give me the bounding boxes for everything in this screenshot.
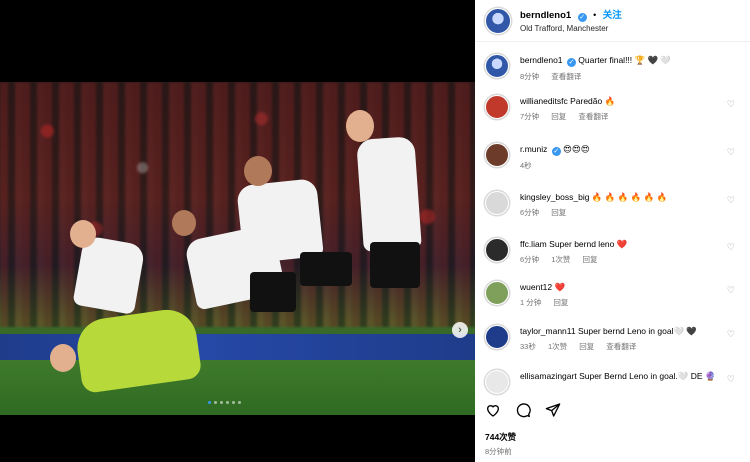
see-translation-link[interactable]: 查看翻译 <box>578 112 608 121</box>
comment-text: ❤️ <box>554 282 566 292</box>
verified-icon: ✓ <box>566 58 576 67</box>
comment-age: 4秒 <box>520 161 532 170</box>
comment-age: 1 分钟 <box>520 298 542 307</box>
follow-button[interactable]: 关注 <box>603 10 622 21</box>
comment-age: 6分钟 <box>520 208 540 217</box>
heart-icon[interactable]: ♡ <box>727 374 735 385</box>
location-link[interactable]: Old Trafford, Manchester <box>520 22 622 35</box>
comment-username[interactable]: ffc.liam <box>520 239 547 249</box>
comment-username[interactable]: taylor_mann11 <box>520 326 576 336</box>
comment-username[interactable]: ellisamazingart <box>520 371 577 381</box>
comment-age: 6分钟 <box>520 255 540 264</box>
carousel-dot[interactable] <box>220 401 223 404</box>
comment-item: willianeditsfc Paredão 🔥 7分钟 回复 查看翻译 ♡ <box>485 95 745 122</box>
separator: • <box>593 9 597 20</box>
comment-item: taylor_mann11 Super bernd Leno in goal🤍 … <box>485 325 745 352</box>
reply-button[interactable]: 回复 <box>551 112 566 121</box>
comment-text: Super bernd leno ❤️ <box>549 239 628 249</box>
caption-username[interactable]: berndleno1 <box>520 55 563 65</box>
comment-item: r.muniz ✓ 😍😍😍 4秒 ♡ <box>485 143 745 171</box>
see-translation-link[interactable]: 查看翻译 <box>606 342 636 351</box>
comment-username[interactable]: kingsley_boss_big <box>520 192 589 202</box>
carousel-dot[interactable] <box>208 401 211 404</box>
avatar[interactable] <box>485 7 511 34</box>
action-bar <box>485 402 561 418</box>
comment-item: kingsley_boss_big 🔥 🔥 🔥 🔥 🔥 🔥 6分钟 回复 ♡ <box>485 191 745 218</box>
avatar[interactable] <box>485 325 509 349</box>
author-username[interactable]: berndleno1 <box>520 10 571 21</box>
verified-icon: ✓ <box>551 147 561 156</box>
heart-icon[interactable]: ♡ <box>727 242 735 253</box>
see-translation-link[interactable]: 查看翻译 <box>551 72 581 81</box>
avatar[interactable] <box>485 370 509 394</box>
heart-icon[interactable]: ♡ <box>727 195 735 206</box>
avatar[interactable] <box>485 54 509 78</box>
avatar[interactable] <box>485 238 509 262</box>
verified-icon: ✓ <box>577 12 587 22</box>
heart-icon[interactable]: ♡ <box>727 329 735 340</box>
comment-item: wuent12 ❤️ 1 分钟 回复 ♡ <box>485 281 745 308</box>
comment-icon[interactable] <box>515 402 531 418</box>
avatar[interactable] <box>485 281 509 305</box>
post-photo[interactable]: › <box>0 82 475 415</box>
carousel-dot[interactable] <box>214 401 217 404</box>
comment-age: 33秒 <box>520 342 536 351</box>
heart-icon[interactable]: ♡ <box>727 99 735 110</box>
comment-text: Super bernd Leno in goal🤍 🖤 <box>577 326 697 336</box>
comment-username[interactable]: wuent12 <box>520 282 552 292</box>
caption-item: berndleno1 ✓ Quarter final!!! 🏆 🖤 🤍 8分钟 … <box>485 54 745 82</box>
comment-like-count[interactable]: 1次赞 <box>551 255 570 264</box>
share-icon[interactable] <box>545 402 561 418</box>
comment-item: ellisamazingart Super Bernd Leno in goal… <box>485 370 745 394</box>
post-panel: berndleno1 ✓ • 关注 Old Trafford, Manchest… <box>475 0 750 462</box>
comment-text: 😍😍😍 <box>563 144 590 154</box>
avatar[interactable] <box>485 191 509 215</box>
avatar[interactable] <box>485 95 509 119</box>
comment-username[interactable]: willianeditsfc <box>520 96 568 106</box>
reply-button[interactable]: 回复 <box>583 255 598 264</box>
heart-icon[interactable]: ♡ <box>727 147 735 158</box>
post-header: berndleno1 ✓ • 关注 Old Trafford, Manchest… <box>475 0 750 42</box>
caption-age: 8分钟 <box>520 72 540 81</box>
comment-text: Super Bernd Leno in goal.🤍 DE 🔮 <box>579 371 716 381</box>
chevron-right-icon: › <box>458 324 462 336</box>
comment-item: ffc.liam Super bernd leno ❤️ 6分钟 1次赞 回复 … <box>485 238 745 265</box>
post-time: 8分钟前 <box>485 447 512 456</box>
carousel-dot[interactable] <box>238 401 241 404</box>
next-slide-button[interactable]: › <box>452 322 468 338</box>
comment-text: Paredão 🔥 <box>570 96 616 106</box>
reply-button[interactable]: 回复 <box>551 208 566 217</box>
media-area: › <box>0 0 475 462</box>
like-count[interactable]: 744次赞 <box>485 431 516 443</box>
carousel-dot[interactable] <box>226 401 229 404</box>
reply-button[interactable]: 回复 <box>553 298 568 307</box>
comment-age: 7分钟 <box>520 112 540 121</box>
comment-text: 🔥 🔥 🔥 🔥 🔥 🔥 <box>591 192 668 202</box>
avatar[interactable] <box>485 143 509 167</box>
comment-username[interactable]: r.muniz <box>520 144 547 154</box>
heart-icon[interactable] <box>485 402 501 418</box>
comment-like-count[interactable]: 1次赞 <box>548 342 567 351</box>
carousel-dot[interactable] <box>232 401 235 404</box>
reply-button[interactable]: 回复 <box>579 342 594 351</box>
caption-text: Quarter final!!! 🏆 🖤 🤍 <box>578 55 671 65</box>
heart-icon[interactable]: ♡ <box>727 285 735 296</box>
carousel-dots <box>208 401 241 404</box>
